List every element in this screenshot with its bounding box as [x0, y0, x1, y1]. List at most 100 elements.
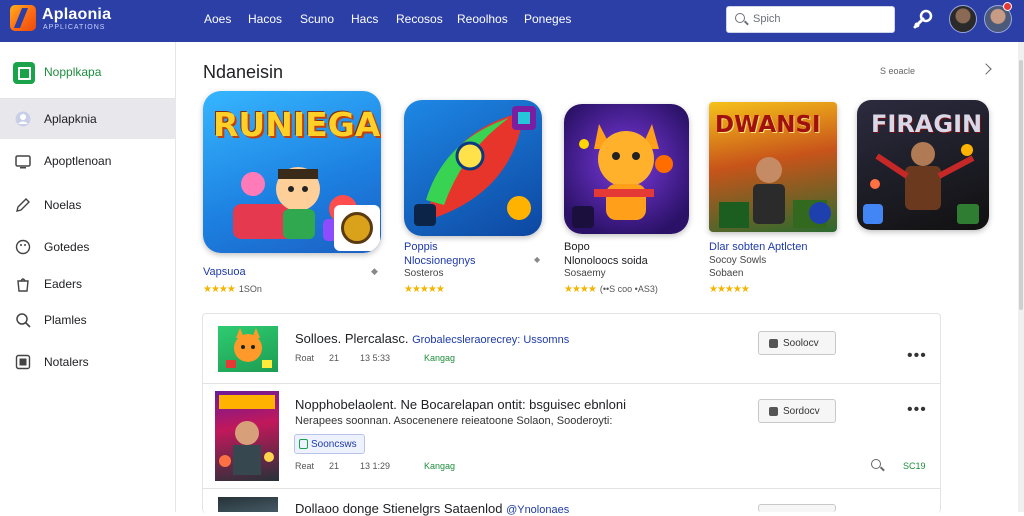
more-icon[interactable]: ◆	[534, 255, 540, 264]
tile-title: DWANSI	[715, 112, 821, 138]
store-icon	[957, 204, 979, 224]
app-category: Socoy Sowls	[709, 255, 767, 266]
app-tile-2[interactable]	[404, 100, 542, 236]
platform-icon	[414, 204, 436, 226]
sidebar-item-label: Eaders	[44, 277, 83, 291]
sidebar-item-label: Nopplkapa	[44, 65, 102, 79]
row-meta: Reat	[295, 461, 315, 471]
rating-stars: ★★★★★	[404, 284, 445, 295]
app-thumbnail[interactable]	[218, 326, 278, 372]
search-icon	[16, 313, 31, 328]
tile-title: FIRAGIN	[871, 110, 983, 138]
rating-stars: ★★★★ 1SOn	[203, 284, 262, 295]
row-meta: Roat	[295, 353, 315, 363]
app-thumbnail[interactable]	[215, 391, 279, 481]
more-icon[interactable]: ◆	[371, 266, 378, 277]
sidebar-item-plans[interactable]: Plamles	[0, 300, 176, 340]
tv-icon	[15, 155, 31, 169]
row-title[interactable]: Solloes. Plercalasc. Grobalecsleraorecre…	[295, 331, 569, 346]
row-value: SC19	[903, 461, 926, 471]
wrench-icon[interactable]	[911, 9, 935, 31]
sidebar-item-label: Aplapknia	[44, 112, 97, 126]
app-name[interactable]: Poppis	[404, 241, 438, 253]
subscribe-button[interactable]	[758, 504, 836, 512]
row-title[interactable]: Nopphobelaolent. Ne Bocarelapan ontit: b…	[295, 397, 626, 412]
sidebar-item-label: Gotedes	[44, 240, 90, 254]
nav-item-6[interactable]: Reoolhos	[457, 12, 508, 26]
palette-icon	[15, 239, 31, 255]
row-link[interactable]: @Ynolonaes	[506, 504, 569, 516]
search-icon	[735, 13, 745, 23]
nav-item-4[interactable]: Hacs	[351, 12, 378, 26]
notification-badge	[1003, 2, 1012, 11]
thumb-icon	[769, 407, 778, 416]
badge-icon	[334, 205, 380, 251]
scrollbar-thumb[interactable]	[1019, 60, 1023, 310]
sidebar-item-label: Apoptlenoan	[44, 154, 112, 168]
row-status: Kangag	[424, 353, 456, 363]
rating-stars: ★★★★ (••S coo •AS3)	[564, 284, 658, 295]
sidebar-item-apps[interactable]: Nopplkapa	[0, 52, 176, 92]
see-more-link[interactable]: S eoacle	[880, 66, 915, 76]
nav-item-7[interactable]: Poneges	[524, 12, 571, 26]
platform-icon	[863, 204, 883, 224]
brand-tagline: APPLICATIONS	[43, 24, 106, 31]
bag-icon	[17, 278, 29, 292]
nav-item-5[interactable]: Recosos	[396, 12, 443, 26]
chevron-right-icon[interactable]	[980, 63, 992, 75]
avatar[interactable]	[949, 5, 977, 33]
sidebar-item-games[interactable]: Gotedes	[0, 227, 176, 267]
row-count: 21	[329, 353, 340, 363]
app-name[interactable]: Dlar sobten Aptlcten	[709, 241, 807, 253]
top-bar: Aplaonia APPLICATIONS Aoes Hacos Scuno H…	[0, 0, 1024, 42]
app-tile-5[interactable]: FIRAGIN	[857, 100, 989, 230]
rating-stars: ★★★★★	[709, 284, 750, 295]
app-thumbnail[interactable]	[218, 497, 278, 512]
app-developer: Sobaen	[709, 268, 744, 279]
app-logo-icon[interactable]	[10, 5, 36, 31]
app-name[interactable]: Bopo	[564, 241, 590, 253]
sidebar-item-label: Noelas	[44, 198, 82, 212]
search-placeholder: Spich	[753, 13, 781, 25]
subscribe-button[interactable]: Sordocv	[758, 399, 836, 423]
nav-item-3[interactable]: Scuno	[300, 12, 334, 26]
more-options-icon[interactable]: •••	[907, 347, 927, 365]
sidebar-item-profile[interactable]: Aplapknia	[0, 99, 176, 139]
tag-icon	[299, 439, 308, 449]
row-link[interactable]: Grobalecsleraorecrey: Ussomns	[412, 334, 569, 346]
nav-item-1[interactable]: Aoes	[204, 12, 231, 26]
row-time: 13 5:33	[360, 353, 391, 363]
app-tile-1[interactable]: RUNIEGAI	[203, 91, 381, 253]
sidebar: Nopplkapa Aplapknia Apoptlenoan Noelas G…	[0, 42, 176, 512]
app-name[interactable]: Vapsuoa	[203, 266, 246, 278]
sidebar-item-notes[interactable]: Noelas	[0, 185, 176, 225]
app-tile-4[interactable]: DWANSI	[709, 102, 837, 232]
app-store-icon	[13, 62, 35, 84]
tag-button[interactable]: Sooncsws	[294, 434, 365, 454]
row-time: 13 1:29	[360, 461, 391, 471]
search-icon[interactable]	[871, 459, 881, 469]
verified-icon	[809, 202, 831, 224]
row-description: Nerapees soonnan. Asocenenere reieatoone…	[295, 415, 613, 427]
section-title: Ndaneisin	[203, 62, 284, 82]
sidebar-item-label: Notalers	[44, 355, 89, 369]
cat-character-icon	[226, 328, 272, 368]
platform-icon	[572, 206, 594, 228]
row-title[interactable]: Dollaoo donge Stienelgrs Sataenlod @Ynol…	[295, 501, 569, 516]
sidebar-item-readers[interactable]: Eaders	[0, 264, 176, 304]
subscribe-button[interactable]: Soolocv	[758, 331, 836, 355]
pen-icon	[16, 198, 30, 212]
app-tile-3[interactable]	[564, 104, 689, 234]
nav-item-2[interactable]: Hacos	[248, 12, 282, 26]
search-input[interactable]: Spich	[726, 6, 895, 33]
movie-poster-icon	[219, 395, 275, 475]
more-options-icon[interactable]: •••	[907, 401, 927, 419]
sidebar-item-tv[interactable]: Apoptlenoan	[0, 141, 176, 181]
thumb-icon	[769, 339, 778, 348]
sidebar-item-label: Plamles	[44, 313, 87, 327]
sidebar-item-notalers[interactable]: Notalers	[0, 342, 176, 382]
app-category: Nlocsionegnys	[404, 255, 476, 267]
tile-title: RUNIEGAI	[213, 105, 381, 144]
divider	[202, 383, 941, 384]
brand-name[interactable]: Aplaonia	[42, 6, 111, 24]
